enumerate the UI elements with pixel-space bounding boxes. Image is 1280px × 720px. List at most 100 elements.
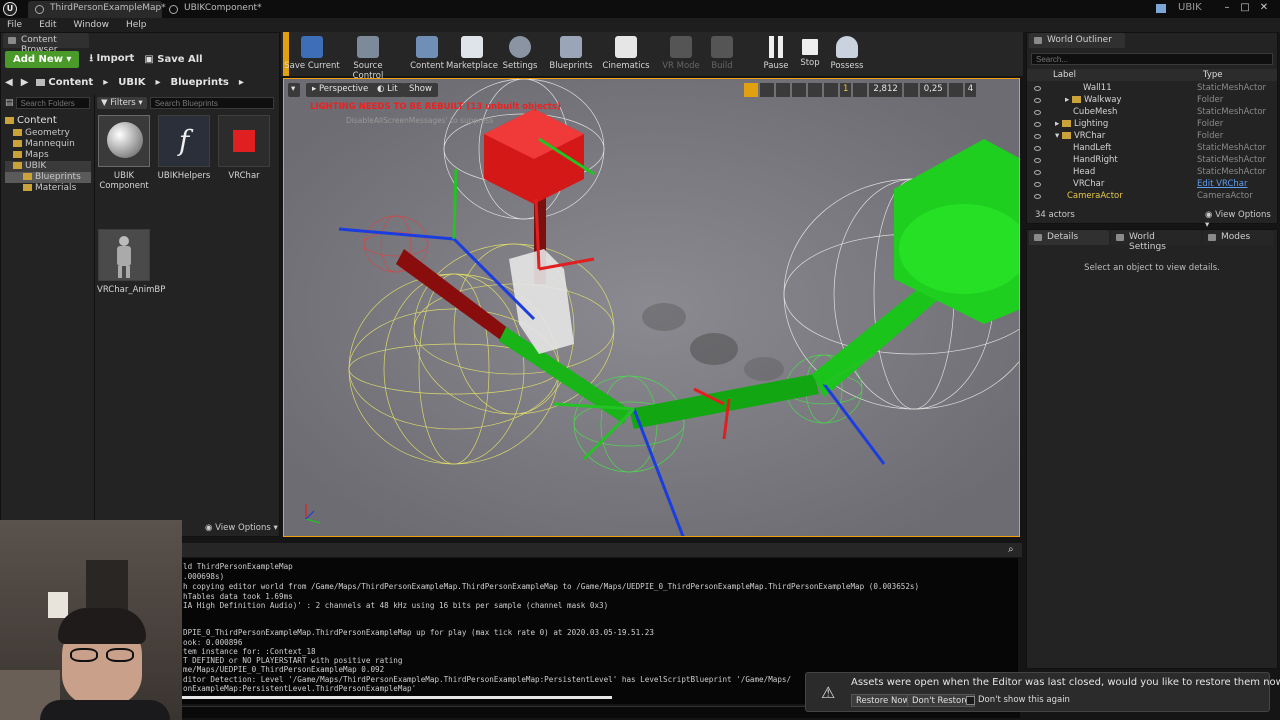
rotate-mode-icon[interactable]: [760, 82, 774, 97]
folder-icon: [23, 184, 32, 191]
visibility-eye-icon[interactable]: [1034, 134, 1041, 139]
tab-world-settings[interactable]: World Settings: [1111, 230, 1201, 252]
save-current-button[interactable]: Save Current: [282, 34, 342, 71]
asset-vrchar-animbp[interactable]: VRChar_AnimBP: [97, 229, 165, 295]
grid-snap-icon[interactable]: [824, 82, 838, 97]
filters-button[interactable]: ▼ Filters ▾: [97, 97, 147, 109]
outliner-row[interactable]: CubeMesh StaticMeshActor: [1027, 107, 1277, 119]
possess-button[interactable]: Possess: [817, 34, 877, 71]
light-switch: [48, 592, 68, 618]
tab-third-person-map[interactable]: ThirdPersonExampleMap*: [28, 1, 166, 18]
outliner-row[interactable]: Wall11 StaticMeshActor: [1027, 83, 1277, 95]
add-new-button[interactable]: Add New ▾: [5, 51, 80, 68]
visibility-eye-icon[interactable]: [1034, 158, 1041, 163]
visibility-eye-icon[interactable]: [1034, 170, 1041, 175]
asset-ubik-component[interactable]: UBIK Component: [97, 115, 151, 191]
log-scrollbar[interactable]: [182, 696, 612, 699]
menu-window[interactable]: Window: [74, 20, 110, 30]
save-all-button[interactable]: ▣ Save All: [144, 54, 202, 65]
show-button[interactable]: Show: [403, 83, 438, 97]
visibility-eye-icon[interactable]: [1034, 146, 1041, 151]
breadcrumb-content[interactable]: Content: [48, 77, 93, 88]
outliner-row[interactable]: ▸ Lighting Folder: [1027, 119, 1277, 131]
outliner-view-options-button[interactable]: ◉ View Options ▾: [1205, 210, 1277, 230]
edit-vrchar-link[interactable]: Edit VRChar: [1197, 179, 1248, 189]
dont-show-checkbox[interactable]: [966, 696, 975, 705]
scale-mode-icon[interactable]: [776, 82, 790, 97]
grid-size-value[interactable]: 1: [840, 82, 852, 97]
search-folders-input[interactable]: [15, 97, 90, 109]
maximize-icon[interactable]: □: [1238, 2, 1252, 14]
camera-speed-value[interactable]: 4: [964, 82, 977, 97]
search-icon[interactable]: ⌕: [1008, 544, 1014, 555]
details-panel: Details World Settings Modes Select an o…: [1026, 229, 1278, 669]
outliner-row[interactable]: CameraActor CameraActor: [1027, 191, 1277, 203]
folder-icon: [13, 162, 22, 169]
folders-toggle-icon[interactable]: ▤: [5, 98, 14, 108]
menu-file[interactable]: File: [7, 20, 22, 30]
scale-snap-icon[interactable]: [903, 82, 918, 97]
tab-ubik-component[interactable]: UBIKComponent*: [162, 1, 272, 18]
tab-modes[interactable]: Modes: [1203, 230, 1273, 245]
tree-item-mannequin[interactable]: Mannequin: [5, 139, 91, 150]
minimize-icon[interactable]: –: [1220, 2, 1234, 14]
tree-item-ubik[interactable]: UBIK: [5, 161, 91, 172]
outliner-row[interactable]: Head StaticMeshActor: [1027, 167, 1277, 179]
outliner-row[interactable]: VRChar Edit VRChar: [1027, 179, 1277, 191]
surface-snap-icon[interactable]: [808, 82, 822, 97]
label-column-header[interactable]: Label: [1053, 70, 1076, 80]
tab-details[interactable]: Details: [1029, 230, 1109, 245]
camera-speed-icon[interactable]: [948, 82, 963, 97]
feedback-icon[interactable]: [1156, 4, 1166, 13]
source-control-button[interactable]: Source Control: [338, 34, 398, 81]
row-type: Folder: [1197, 131, 1224, 141]
menu-help[interactable]: Help: [126, 20, 147, 30]
perspective-button[interactable]: ▸ Perspective: [306, 83, 375, 97]
tree-item-maps[interactable]: Maps: [5, 150, 91, 161]
forward-arrow-icon[interactable]: ▶: [21, 77, 29, 88]
lit-button[interactable]: ◐ Lit: [371, 83, 404, 97]
cb-view-options-button[interactable]: ◉ View Options ▾: [205, 523, 278, 533]
visibility-eye-icon[interactable]: [1034, 98, 1041, 103]
import-button[interactable]: ⭳ Import: [89, 51, 134, 68]
rotation-snap-icon[interactable]: [853, 82, 868, 97]
breadcrumb-blueprints[interactable]: Blueprints: [170, 77, 228, 88]
search-blueprints-input[interactable]: [149, 97, 274, 109]
outliner-search-input[interactable]: [1031, 53, 1273, 65]
visibility-eye-icon[interactable]: [1034, 122, 1041, 127]
viewport-menu-button[interactable]: ▾: [288, 83, 300, 97]
visibility-eye-icon[interactable]: [1034, 182, 1041, 187]
outliner-row[interactable]: ▾ VRChar Folder: [1027, 131, 1277, 143]
build-button[interactable]: Build: [692, 34, 752, 71]
asset-vrchar[interactable]: VRChar: [217, 115, 271, 181]
blueprints-icon: [560, 36, 582, 58]
rotation-snap-value[interactable]: 2,812: [869, 82, 902, 97]
tree-item-content[interactable]: Content: [5, 115, 91, 128]
breadcrumb-ubik[interactable]: UBIK: [118, 77, 145, 88]
outliner-row[interactable]: ▸ Walkway Folder: [1027, 95, 1277, 107]
tree-item-blueprints[interactable]: Blueprints: [5, 172, 91, 183]
tree-item-materials[interactable]: Materials: [5, 183, 91, 194]
visibility-eye-icon[interactable]: [1034, 110, 1041, 115]
tree-item-geometry[interactable]: Geometry: [5, 128, 91, 139]
world-local-icon[interactable]: [792, 82, 806, 97]
outliner-row[interactable]: HandRight StaticMeshActor: [1027, 155, 1277, 167]
level-viewport[interactable]: ▾ ▸ Perspective ◐ Lit Show LIGHTING NEED…: [283, 78, 1020, 537]
dont-restore-button[interactable]: Don't Restore: [907, 694, 975, 707]
tab-content-browser[interactable]: Content Browser: [3, 33, 89, 55]
type-column-header[interactable]: Type: [1203, 70, 1223, 80]
visibility-eye-icon[interactable]: [1034, 194, 1041, 199]
close-icon[interactable]: ✕: [1257, 2, 1271, 14]
tab-world-outliner[interactable]: World Outliner: [1029, 33, 1125, 48]
scale-snap-value[interactable]: 0,25: [919, 82, 947, 97]
menu-edit[interactable]: Edit: [39, 20, 56, 30]
restore-now-button[interactable]: Restore Now: [851, 694, 915, 707]
outliner-icon: [1034, 37, 1042, 44]
blueprints-button[interactable]: Blueprints: [541, 34, 601, 71]
back-arrow-icon[interactable]: ◀: [5, 77, 13, 88]
asset-ubik-helpers[interactable]: f UBIKHelpers: [157, 115, 211, 181]
outliner-row[interactable]: HandLeft StaticMeshActor: [1027, 143, 1277, 155]
select-mode-icon[interactable]: [744, 82, 758, 97]
cinematics-button[interactable]: Cinematics: [596, 34, 656, 71]
visibility-eye-icon[interactable]: [1034, 86, 1041, 91]
